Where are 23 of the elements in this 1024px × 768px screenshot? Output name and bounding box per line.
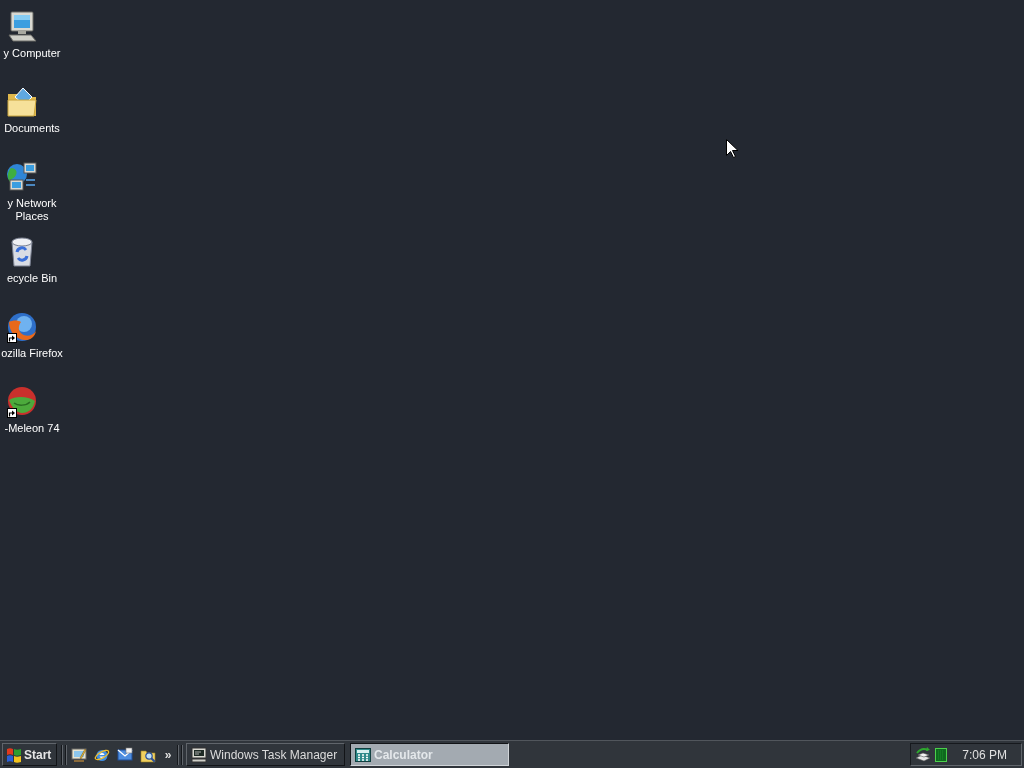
- calculator-icon: [355, 746, 371, 763]
- desktop-icon-label[interactable]: Documents: [0, 122, 64, 135]
- flag-icon: [6, 746, 22, 763]
- computer-icon: [191, 746, 207, 763]
- computer-icon[interactable]: [6, 11, 38, 43]
- more-button[interactable]: »: [163, 744, 173, 765]
- desktop-icon-label[interactable]: y Computer: [0, 47, 64, 60]
- round-logo-icon[interactable]: [6, 386, 38, 418]
- clock-time[interactable]: 7:06 PM: [962, 745, 1007, 764]
- mouse-pointer-icon: [726, 139, 738, 158]
- desk-icon[interactable]: [71, 746, 87, 763]
- desktop-icon-label[interactable]: ozilla Firefox: [0, 347, 64, 360]
- taskbar-button[interactable]: Windows Task Manager: [186, 743, 345, 766]
- network-globe-icon[interactable]: [6, 161, 38, 193]
- desktop-icon-label[interactable]: y Network Places: [0, 197, 64, 223]
- folder-icon[interactable]: [6, 86, 38, 118]
- envelope-icon[interactable]: [117, 746, 133, 763]
- meter-icon[interactable]: [935, 747, 947, 762]
- start-button[interactable]: Start: [2, 743, 57, 766]
- desktop-icon-label[interactable]: ecycle Bin: [0, 272, 64, 285]
- desktop-icon-label[interactable]: -Meleon 74: [0, 422, 64, 435]
- network-arrows-icon[interactable]: [915, 746, 931, 763]
- globe-icon[interactable]: [6, 311, 38, 343]
